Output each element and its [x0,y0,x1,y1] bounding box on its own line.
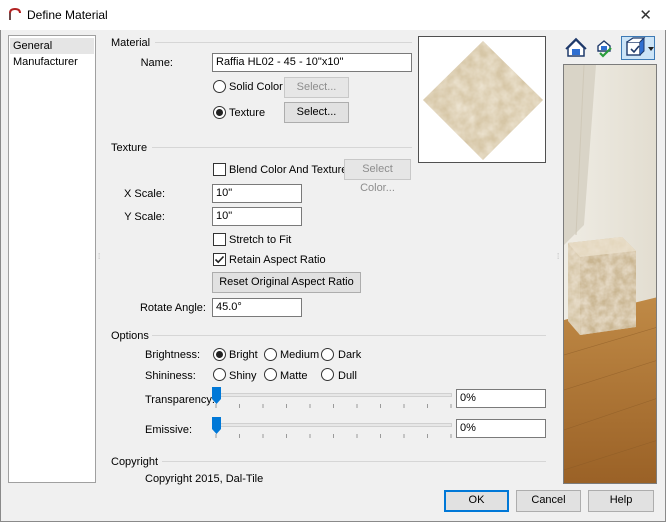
reset-aspect-ratio-button[interactable]: Reset Original Aspect Ratio [212,272,361,293]
solid-color-label: Solid Color [229,81,283,93]
x-scale-label: X Scale: [124,188,165,200]
brightness-bright-label: Bright [229,349,258,361]
material-separator [155,42,412,43]
shininess-shiny-label: Shiny [229,370,257,382]
retain-aspect-label: Retain Aspect Ratio [229,254,326,266]
stretch-to-fit-checkbox[interactable] [213,233,226,246]
shininess-matte-radio[interactable] [264,368,277,381]
blend-color-checkbox[interactable] [213,163,226,176]
brightness-medium-radio[interactable] [264,348,277,361]
transparency-input[interactable]: 0% [456,389,546,408]
category-list: General Manufacturer [8,35,96,483]
solid-color-select-button[interactable]: Select... [284,77,349,98]
material-section-label: Material [111,37,151,49]
title-bar[interactable]: Define Material ✕ [0,0,666,30]
nav-item-manufacturer[interactable]: Manufacturer [10,54,94,70]
cancel-button[interactable]: Cancel [516,490,581,512]
y-scale-label: Y Scale: [124,211,165,223]
name-label: Name: [140,57,173,69]
retain-aspect-checkbox[interactable] [213,253,226,266]
shininess-dull-radio[interactable] [321,368,334,381]
brightness-dark-label: Dark [338,349,362,361]
chief-architect-logo-icon [8,7,22,24]
render-preview [563,64,657,484]
select-color-button[interactable]: Select Color... [344,159,411,194]
material-preview-icon[interactable] [565,37,587,59]
texture-radio[interactable] [213,106,226,119]
rotate-angle-input[interactable]: 45.0° [212,298,302,317]
texture-section-label: Texture [111,142,148,154]
transparency-slider-track[interactable] [214,393,452,397]
options-section-label: Options [111,330,149,342]
shininess-matte-label: Matte [280,370,308,382]
brightness-medium-label: Medium [280,349,320,361]
solid-color-radio[interactable] [213,80,226,93]
texture-label: Texture [229,107,266,119]
emissive-slider-thumb[interactable] [212,417,221,434]
material-name-input[interactable]: Raffia HL02 - 45 - 10"x10" [212,53,412,72]
brightness-label: Brightness: [145,349,201,361]
options-separator [152,335,546,336]
stretch-to-fit-label: Stretch to Fit [229,234,292,246]
shininess-dull-label: Dull [338,370,357,382]
texture-preview [418,36,546,163]
brightness-bright-radio[interactable] [213,348,226,361]
x-scale-input[interactable]: 10" [212,184,302,203]
transparency-ticks [215,404,452,408]
transparency-label: Transparency: [145,394,215,406]
texture-select-button[interactable]: Select... [284,102,349,123]
emissive-ticks [215,434,452,438]
window-title: Define Material [27,8,108,22]
brightness-dark-radio[interactable] [321,348,334,361]
copyright-section-label: Copyright [111,456,159,468]
emissive-slider-track[interactable] [214,423,452,427]
shininess-label: Shininess: [145,370,196,382]
close-icon[interactable]: ✕ [639,6,652,24]
shininess-shiny-radio[interactable] [213,368,226,381]
nav-item-general[interactable]: General [10,38,94,54]
left-splitter-grip[interactable]: ⁞ [98,252,100,261]
copyright-separator [162,461,546,462]
help-button[interactable]: Help [588,490,654,512]
texture-separator [152,147,412,148]
emissive-input[interactable]: 0% [456,419,546,438]
emissive-label: Emissive: [145,424,193,436]
copyright-text: Copyright 2015, Dal-Tile [145,473,264,485]
right-splitter-grip[interactable]: ⁞ [557,252,559,261]
rotate-angle-label: Rotate Angle: [139,302,206,314]
view-options-icon[interactable] [621,36,655,60]
transparency-slider-thumb[interactable] [212,387,221,404]
check-material-icon[interactable] [593,37,615,59]
y-scale-input[interactable]: 10" [212,207,302,226]
blend-color-label: Blend Color And Texture [229,164,348,176]
checkmark-icon [214,255,225,264]
ok-button[interactable]: OK [444,490,509,512]
